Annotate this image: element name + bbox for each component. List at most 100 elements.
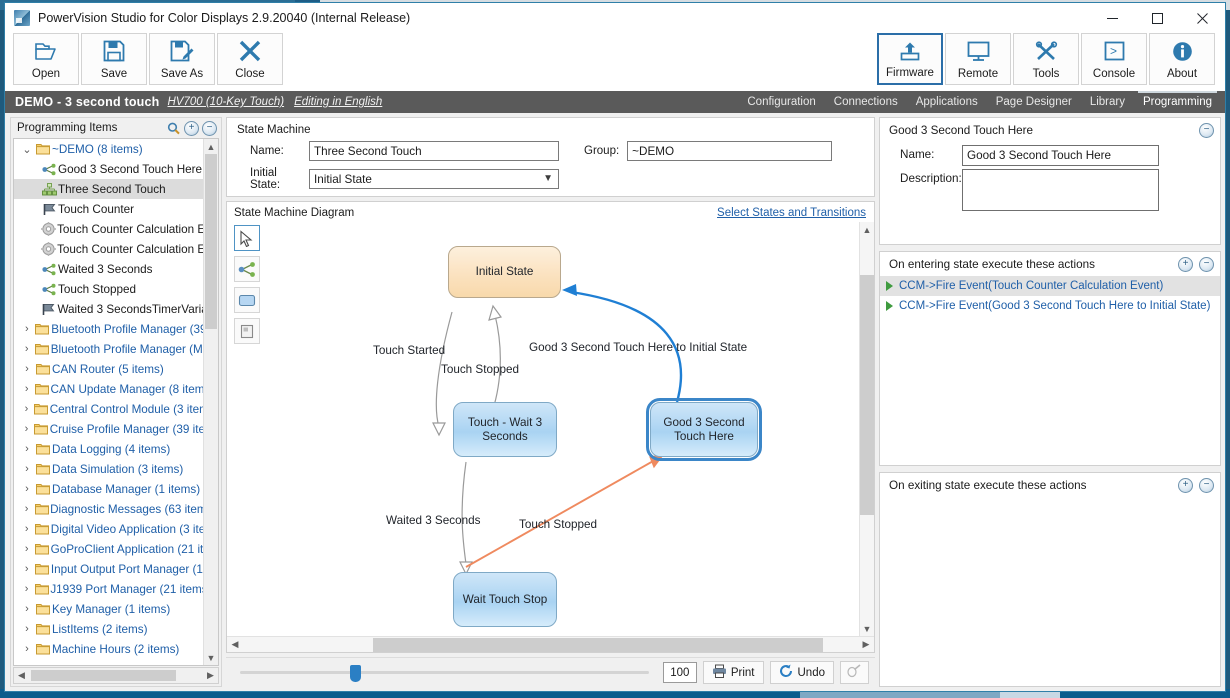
diagram-node-wait-touch-stop[interactable]: Wait Touch Stop — [453, 572, 557, 627]
tree-horizontal-scrollbar[interactable]: ◀ ▶ — [13, 667, 219, 684]
select-states-transitions-link[interactable]: Select States and Transitions — [717, 207, 866, 219]
chevron-right-icon[interactable]: › — [20, 583, 33, 595]
console-button[interactable]: > Console — [1081, 33, 1147, 85]
tree-item[interactable]: Touch Stopped — [14, 279, 203, 299]
tree-item[interactable]: Touch Counter Calculation Ev — [14, 219, 203, 239]
tree-item[interactable]: Good 3 Second Touch Here — [14, 159, 203, 179]
diagram-horizontal-scrollbar[interactable]: ◀ ▶ — [227, 636, 874, 652]
diagram-scroll-up-icon[interactable]: ▲ — [860, 222, 874, 237]
close-button[interactable] — [1180, 3, 1225, 33]
on-exiting-remove-button[interactable]: − — [1199, 477, 1214, 493]
tree-item[interactable]: › Diagnostic Messages (63 items — [14, 499, 203, 519]
action-row[interactable]: CCM->Fire Event(Good 3 Second Touch Here… — [880, 296, 1220, 316]
undo-button[interactable]: Undo — [769, 661, 834, 684]
menu-item-programming[interactable]: Programming — [1134, 91, 1221, 113]
state-description-input[interactable] — [962, 169, 1159, 211]
state-machine-group-input[interactable] — [627, 141, 833, 161]
pointer-tool-button[interactable] — [234, 225, 260, 251]
tree-item[interactable]: › Central Control Module (3 items — [14, 399, 203, 419]
zoom-slider-handle[interactable] — [350, 664, 361, 682]
note-tool-button[interactable] — [234, 318, 260, 344]
maximize-button[interactable] — [1135, 3, 1180, 33]
diagram-h-thumb[interactable] — [373, 637, 823, 652]
action-row[interactable]: CCM->Fire Event(Touch Counter Calculatio… — [880, 276, 1220, 296]
chevron-right-icon[interactable]: › — [20, 403, 33, 415]
tree-item[interactable]: › GoProClient Application (21 ite — [14, 539, 203, 559]
diagram-node-good-3-second-touch-here[interactable]: Good 3 Second Touch Here — [646, 398, 762, 461]
h-scroll-track[interactable] — [29, 669, 203, 682]
state-tool-button[interactable] — [234, 287, 260, 313]
tree-item[interactable]: › Digital Video Application (3 iter — [14, 519, 203, 539]
on-entering-action-list[interactable]: CCM->Fire Event(Touch Counter Calculatio… — [880, 276, 1220, 465]
scroll-left-icon[interactable]: ◀ — [14, 670, 29, 681]
initial-state-select[interactable]: ▼ — [309, 169, 559, 189]
tools-button[interactable]: Tools — [1013, 33, 1079, 85]
chevron-right-icon[interactable]: › — [20, 463, 34, 475]
remote-button[interactable]: Remote — [945, 33, 1011, 85]
chevron-right-icon[interactable]: › — [20, 623, 34, 635]
paint-button[interactable] — [840, 661, 869, 684]
chevron-right-icon[interactable]: › — [20, 423, 33, 435]
tree-item[interactable]: › Data Logging (4 items) — [14, 439, 203, 459]
tree-item[interactable]: › Input Output Port Manager (1 i — [14, 559, 203, 579]
h-scroll-thumb[interactable] — [31, 670, 176, 681]
tree-item[interactable]: › Cruise Profile Manager (39 item — [14, 419, 203, 439]
state-details-collapse-button[interactable]: − — [1199, 122, 1214, 138]
close-doc-button[interactable]: Close — [217, 33, 283, 85]
collapse-all-button[interactable]: − — [202, 120, 217, 136]
on-exiting-add-button[interactable]: + — [1178, 477, 1193, 493]
chevron-right-icon[interactable]: › — [20, 643, 34, 655]
tree-item[interactable]: › ListItems (2 items) — [14, 619, 203, 639]
chevron-right-icon[interactable]: › — [20, 503, 33, 515]
diagram-vertical-scrollbar[interactable]: ▲ ▼ — [859, 222, 874, 636]
tree-item[interactable]: › CAN Update Manager (8 items — [14, 379, 203, 399]
zoom-value[interactable]: 100 — [662, 662, 697, 683]
diagram-h-track[interactable] — [243, 637, 858, 652]
chevron-right-icon[interactable]: › — [20, 363, 34, 375]
diagram-canvas[interactable]: Initial State Touch - Wait 3 Seconds Goo… — [261, 222, 859, 636]
chevron-right-icon[interactable]: › — [20, 343, 33, 355]
language-link[interactable]: Editing in English — [294, 96, 382, 108]
tree-list[interactable]: ⌄ ~DEMO (8 items) Good 3 Second Touch Here… — [14, 139, 203, 665]
tree-item[interactable]: › Key Manager (1 items) — [14, 599, 203, 619]
tree-item[interactable]: › Bluetooth Profile Manager (39 — [14, 319, 203, 339]
scroll-up-icon[interactable]: ▲ — [204, 139, 218, 154]
tree-item[interactable]: Touch Counter — [14, 199, 203, 219]
menu-item-applications[interactable]: Applications — [907, 91, 987, 113]
diagram-scroll-left-icon[interactable]: ◀ — [227, 639, 243, 650]
tree-item[interactable]: › CAN Router (5 items) — [14, 359, 203, 379]
diagram-scroll-right-icon[interactable]: ▶ — [858, 639, 874, 650]
save-button[interactable]: Save — [81, 33, 147, 85]
on-entering-remove-button[interactable]: − — [1199, 256, 1214, 272]
diagram-scroll-down-icon[interactable]: ▼ — [860, 621, 874, 636]
scroll-down-icon[interactable]: ▼ — [204, 650, 218, 665]
on-exiting-action-list[interactable] — [880, 497, 1220, 686]
tree-item[interactable]: › Database Manager (1 items) — [14, 479, 203, 499]
initial-state-value[interactable] — [309, 169, 559, 189]
menu-item-connections[interactable]: Connections — [825, 91, 907, 113]
chevron-down-icon[interactable]: ⌄ — [20, 143, 34, 156]
chevron-right-icon[interactable]: › — [20, 383, 33, 395]
diagram-node-initial-state[interactable]: Initial State — [448, 246, 561, 298]
tree-item[interactable]: ⌄ ~DEMO (8 items) — [14, 139, 203, 159]
chevron-right-icon[interactable]: › — [20, 323, 34, 335]
menu-item-library[interactable]: Library — [1081, 91, 1134, 113]
chevron-right-icon[interactable]: › — [20, 443, 34, 455]
tree-item[interactable]: › Data Simulation (3 items) — [14, 459, 203, 479]
chevron-right-icon[interactable]: › — [20, 563, 34, 575]
print-button[interactable]: Print — [702, 661, 764, 684]
diagram-v-thumb[interactable] — [860, 275, 874, 515]
state-name-input[interactable] — [962, 145, 1159, 166]
diagram-v-track[interactable] — [860, 237, 874, 621]
expand-all-button[interactable]: + — [184, 120, 199, 136]
chevron-right-icon[interactable]: › — [20, 543, 33, 555]
about-button[interactable]: About — [1149, 33, 1215, 85]
tree-item[interactable]: › J1939 Port Manager (21 items) — [14, 579, 203, 599]
open-button[interactable]: Open — [13, 33, 79, 85]
tree-item[interactable]: Waited 3 Seconds — [14, 259, 203, 279]
diagram-node-touch-wait-3-seconds[interactable]: Touch - Wait 3 Seconds — [453, 402, 557, 457]
tree-item[interactable]: › Machine Hours (2 items) — [14, 639, 203, 659]
tree-item[interactable]: Touch Counter Calculation Ev — [14, 239, 203, 259]
tree-item[interactable]: Three Second Touch — [14, 179, 203, 199]
scroll-thumb[interactable] — [205, 154, 217, 329]
